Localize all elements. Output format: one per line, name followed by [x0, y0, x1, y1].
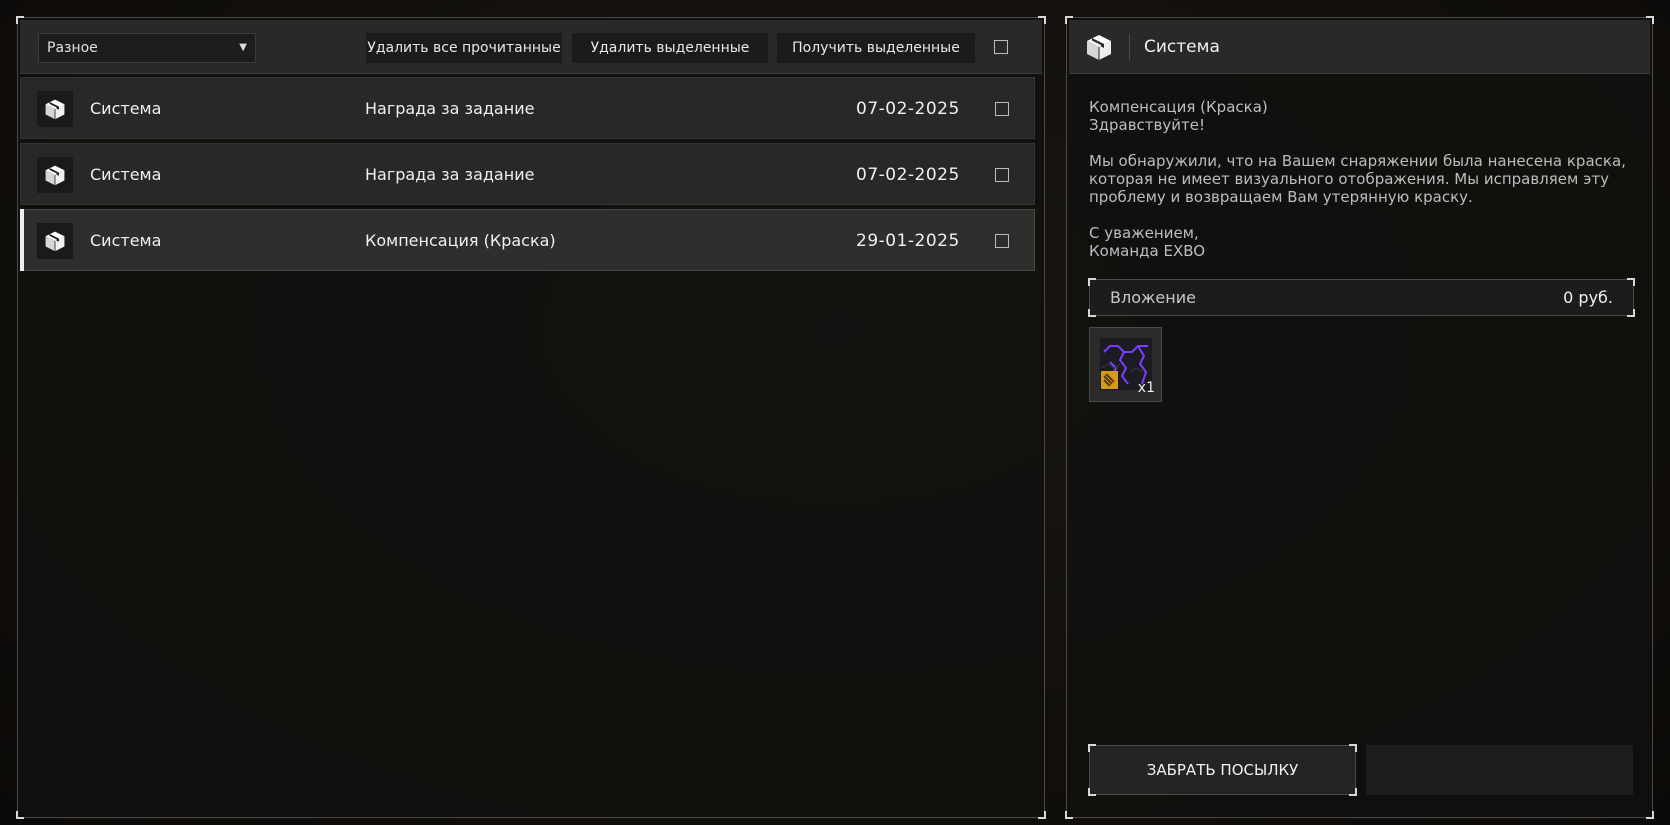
package-icon: [37, 91, 73, 127]
mail-sender: Система: [90, 99, 162, 118]
mail-subject: Компенсация (Краска): [365, 231, 556, 250]
dropdown-arrow-icon: ▼: [239, 42, 247, 53]
attachment-item-slot[interactable]: x1: [1089, 327, 1162, 402]
detail-sender: Система: [1144, 37, 1220, 57]
mail-row-checkbox[interactable]: [995, 102, 1009, 116]
frame-corner: [1627, 278, 1635, 286]
mail-row[interactable]: Система Компенсация (Краска) 29-01-2025: [20, 209, 1035, 271]
mail-row-checkbox[interactable]: [995, 168, 1009, 182]
package-icon: [37, 223, 73, 259]
frame-corner: [1088, 788, 1096, 796]
mail-date: 07-02-2025: [856, 99, 960, 119]
mail-detail-panel: Система Компенсация (Краска) Здравствуйт…: [1065, 16, 1654, 819]
mail-list-panel: Разное ▼ Удалить все прочитанные Удалить…: [16, 16, 1046, 819]
category-dropdown[interactable]: Разное ▼: [38, 33, 256, 63]
frame-corner: [1038, 811, 1046, 819]
receive-selected-button[interactable]: Получить выделенные: [777, 33, 975, 63]
attachment-price: 0 руб.: [1563, 288, 1613, 307]
frame-corner: [1349, 788, 1357, 796]
category-dropdown-value: Разное: [47, 40, 98, 56]
mail-subject: Награда за задание: [365, 99, 535, 118]
frame-corner: [1349, 744, 1357, 752]
select-all-checkbox[interactable]: [994, 40, 1008, 54]
delete-selected-button[interactable]: Удалить выделенные: [572, 33, 768, 63]
mail-row[interactable]: Система Награда за задание 07-02-2025: [20, 143, 1035, 205]
mail-date: 07-02-2025: [856, 165, 960, 185]
mail-toolbar: Разное ▼ Удалить все прочитанные Удалить…: [20, 20, 1042, 74]
header-separator: [1129, 34, 1130, 60]
mail-subject: Награда за задание: [365, 165, 535, 184]
mail-sender: Система: [90, 231, 162, 250]
item-count: x1: [1137, 380, 1155, 396]
package-icon: [1085, 33, 1113, 65]
package-icon: [37, 157, 73, 193]
frame-corner: [16, 811, 24, 819]
frame-corner: [1627, 309, 1635, 317]
mail-date: 29-01-2025: [856, 231, 960, 251]
secondary-action-placeholder: [1366, 745, 1633, 795]
attachment-bar: Вложение 0 руб.: [1088, 278, 1635, 317]
mail-row-checkbox[interactable]: [995, 234, 1009, 248]
delete-read-button[interactable]: Удалить все прочитанные: [366, 33, 562, 63]
detail-header: Система: [1069, 20, 1650, 74]
frame-corner: [1088, 278, 1096, 286]
take-parcel-button[interactable]: ЗАБРАТЬ ПОСЫЛКУ: [1088, 744, 1357, 796]
mail-sender: Система: [90, 165, 162, 184]
frame-corner: [1646, 811, 1654, 819]
take-parcel-label: ЗАБРАТЬ ПОСЫЛКУ: [1146, 761, 1299, 779]
attachment-label: Вложение: [1110, 288, 1196, 307]
frame-corner: [1088, 744, 1096, 752]
message-body: Компенсация (Краска) Здравствуйте! Мы об…: [1089, 98, 1626, 260]
frame-corner: [1065, 811, 1073, 819]
mail-row[interactable]: Система Награда за задание 07-02-2025: [20, 77, 1035, 139]
frame-corner: [1088, 309, 1096, 317]
